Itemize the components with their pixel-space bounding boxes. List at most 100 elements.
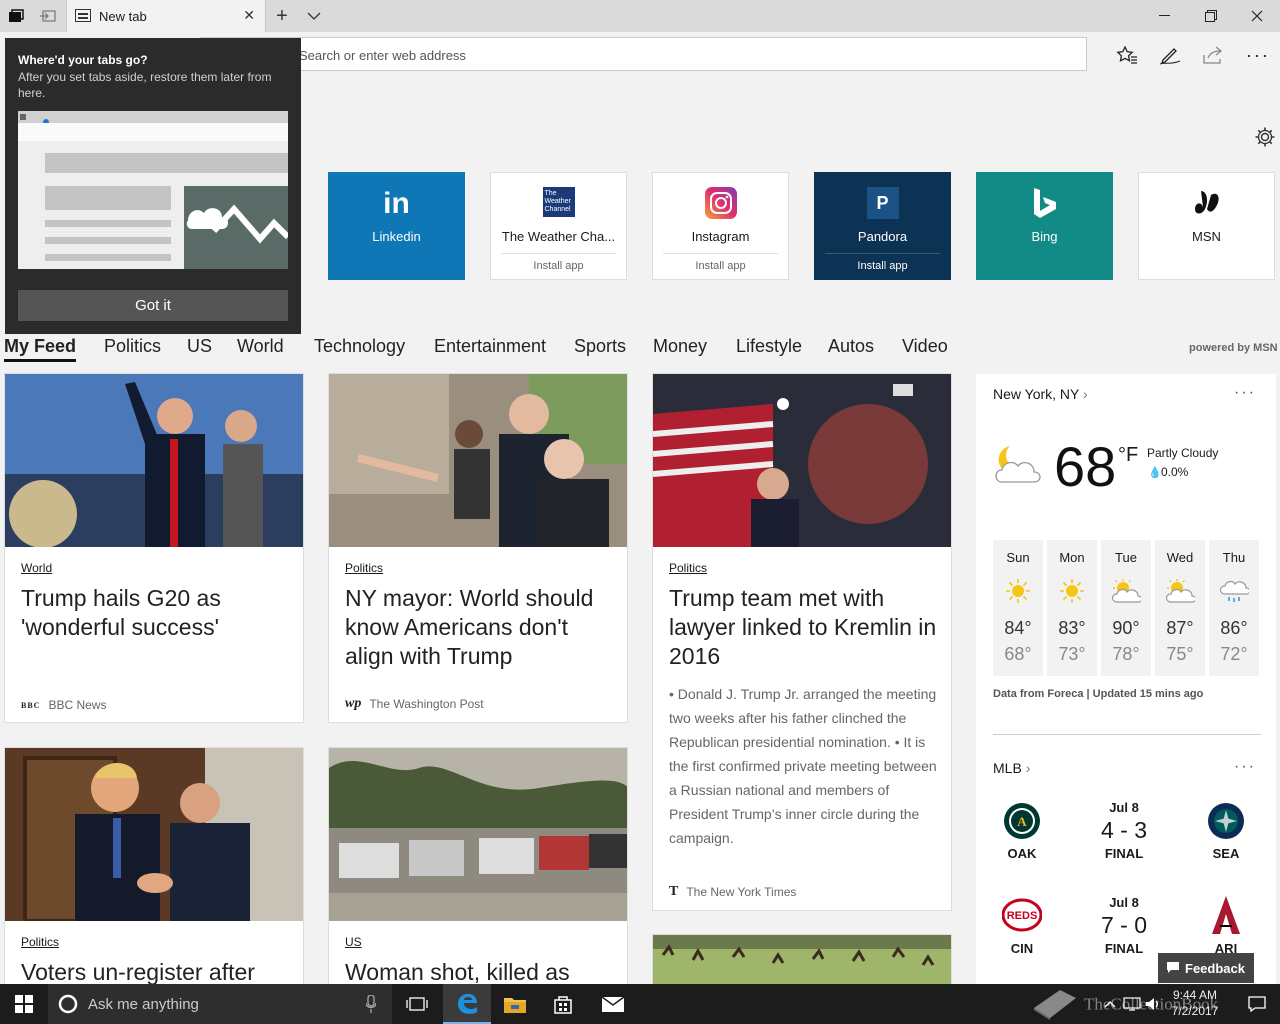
news-title[interactable]: Trump hails G20 as 'wonderful success' (21, 584, 289, 642)
low-temp: 73° (1058, 644, 1086, 664)
game-score[interactable]: Jul 8 4 - 3 FINAL (1086, 800, 1162, 861)
diamondbacks-logo-icon (1208, 894, 1244, 941)
source-name: BBC News (48, 698, 107, 712)
game-date: Jul 8 (1109, 895, 1139, 910)
chevron-down-icon[interactable] (302, 4, 326, 28)
tile-bing[interactable]: Bing (976, 172, 1113, 280)
tab-entertainment[interactable]: Entertainment (434, 336, 546, 357)
tile-label: MSN (1192, 229, 1221, 244)
tab-lifestyle[interactable]: Lifestyle (736, 336, 802, 357)
task-view-icon[interactable] (393, 984, 441, 1024)
edge-icon[interactable] (443, 984, 491, 1024)
category-nav: My Feed Politics US World Technology Ent… (0, 334, 980, 364)
tab-autos[interactable]: Autos (828, 336, 874, 357)
new-tab-icon[interactable]: + (270, 4, 294, 28)
tab-sports[interactable]: Sports (574, 336, 626, 357)
team-home: SEA (1212, 846, 1240, 861)
file-explorer-icon[interactable] (491, 984, 539, 1024)
book-icon (1032, 986, 1078, 1024)
tab-new-tab[interactable]: New tab ✕ (66, 0, 266, 32)
news-tag[interactable]: Politics (669, 561, 707, 575)
mlb-header[interactable]: MLB › (993, 760, 1030, 776)
news-card[interactable]: Politics NY mayor: World should know Ame… (328, 373, 628, 723)
action-center-icon[interactable] (1234, 984, 1280, 1024)
address-bar[interactable]: Search or enter web address (200, 37, 1087, 71)
forecast-day[interactable]: Thu 86° 72° (1209, 540, 1259, 676)
favorites-icon[interactable] (1114, 43, 1140, 67)
sun-icon (1059, 578, 1085, 609)
temp-unit[interactable]: °F (1118, 444, 1138, 467)
forecast-day[interactable]: Wed 87° 75° (1155, 540, 1205, 676)
day-name: Thu (1222, 550, 1246, 565)
tabs-aside-icon[interactable] (4, 4, 28, 28)
news-title[interactable]: Trump team met with lawyer linked to Kre… (669, 584, 937, 671)
news-title[interactable]: Woman shot, killed as (345, 958, 613, 987)
news-title[interactable]: Voters un-register after (21, 958, 289, 987)
weather-location[interactable]: New York, NY › (993, 386, 1088, 402)
forecast-day[interactable]: Mon 83° 73° (1047, 540, 1097, 676)
mlb-more-icon[interactable]: ··· (1234, 758, 1256, 776)
forecast-day[interactable]: Tue 90° 78° (1101, 540, 1151, 676)
divider (993, 734, 1261, 735)
tile-label: Linkedin (372, 229, 421, 244)
feedback-button[interactable]: Feedback (1158, 953, 1254, 983)
msn-icon (1139, 187, 1274, 219)
install-app-link[interactable]: Install app (501, 253, 616, 272)
minimize-button[interactable] (1142, 0, 1188, 32)
rain-icon (1219, 578, 1251, 609)
tile-linkedin[interactable]: in Linkedin (328, 172, 465, 280)
start-button[interactable] (0, 984, 48, 1024)
share-icon[interactable] (1200, 43, 1226, 67)
current-temp: 68 (1054, 435, 1117, 498)
cortana-icon (58, 994, 78, 1018)
tab-politics[interactable]: Politics (104, 336, 161, 357)
partly-cloudy-icon (1165, 578, 1197, 609)
forecast-day[interactable]: Sun 84° 68° (993, 540, 1043, 676)
weather-more-icon[interactable]: ··· (1234, 384, 1256, 402)
tile-label: Instagram (691, 229, 750, 244)
install-app-link[interactable]: Install app (825, 253, 940, 272)
news-tag[interactable]: US (345, 935, 362, 949)
store-icon[interactable] (539, 984, 587, 1024)
weather-channel-icon: The Weather Channel (491, 187, 626, 217)
athletics-logo-icon: A (1003, 802, 1041, 845)
tab-my-feed[interactable]: My Feed (4, 336, 77, 362)
tile-pandora[interactable]: P Pandora Install app (814, 172, 951, 280)
microphone-icon[interactable] (365, 994, 377, 1017)
gear-icon[interactable] (1254, 126, 1276, 153)
tile-weather-channel[interactable]: The Weather Channel The Weather Cha... I… (490, 172, 627, 280)
news-card[interactable]: World Trump hails G20 as 'wonderful succ… (4, 373, 304, 723)
tab-world[interactable]: World (237, 336, 284, 357)
news-tag[interactable]: Politics (345, 561, 383, 575)
tab-technology[interactable]: Technology (314, 336, 405, 357)
web-note-icon[interactable] (1157, 43, 1183, 67)
watermark: TheCollectionBook (1032, 986, 1218, 1024)
news-card[interactable]: US Woman shot, killed as (328, 747, 628, 997)
tab-money[interactable]: Money (653, 336, 707, 357)
more-icon[interactable]: ··· (1245, 43, 1271, 67)
news-card[interactable]: Politics Trump team met with lawyer link… (652, 373, 952, 911)
tab-us[interactable]: US (187, 336, 212, 357)
low-temp: 78° (1112, 644, 1140, 664)
close-window-button[interactable] (1234, 0, 1280, 32)
high-temp: 87° (1166, 618, 1194, 638)
bing-icon (977, 187, 1112, 219)
game-score[interactable]: Jul 8 7 - 0 FINAL (1086, 895, 1162, 956)
close-tab-icon[interactable]: ✕ (243, 7, 255, 24)
news-title[interactable]: NY mayor: World should know Americans do… (345, 584, 613, 671)
tab-video[interactable]: Video (902, 336, 948, 357)
got-it-button[interactable]: Got it (18, 290, 288, 321)
tile-instagram[interactable]: Instagram Install app (652, 172, 789, 280)
partly-cloudy-icon (992, 440, 1044, 491)
set-tabs-aside-icon[interactable] (36, 4, 60, 28)
popup-body: After you set tabs aside, restore them l… (18, 70, 272, 100)
news-tag[interactable]: World (21, 561, 52, 575)
cortana-search[interactable]: Ask me anything (48, 984, 392, 1024)
news-tag[interactable]: Politics (21, 935, 59, 949)
tile-msn[interactable]: MSN (1138, 172, 1275, 280)
restore-button[interactable] (1188, 0, 1234, 32)
tile-label: The Weather Cha... (501, 229, 616, 244)
install-app-link[interactable]: Install app (663, 253, 778, 272)
news-card[interactable]: Politics Voters un-register after (4, 747, 304, 997)
mail-icon[interactable] (589, 984, 637, 1024)
